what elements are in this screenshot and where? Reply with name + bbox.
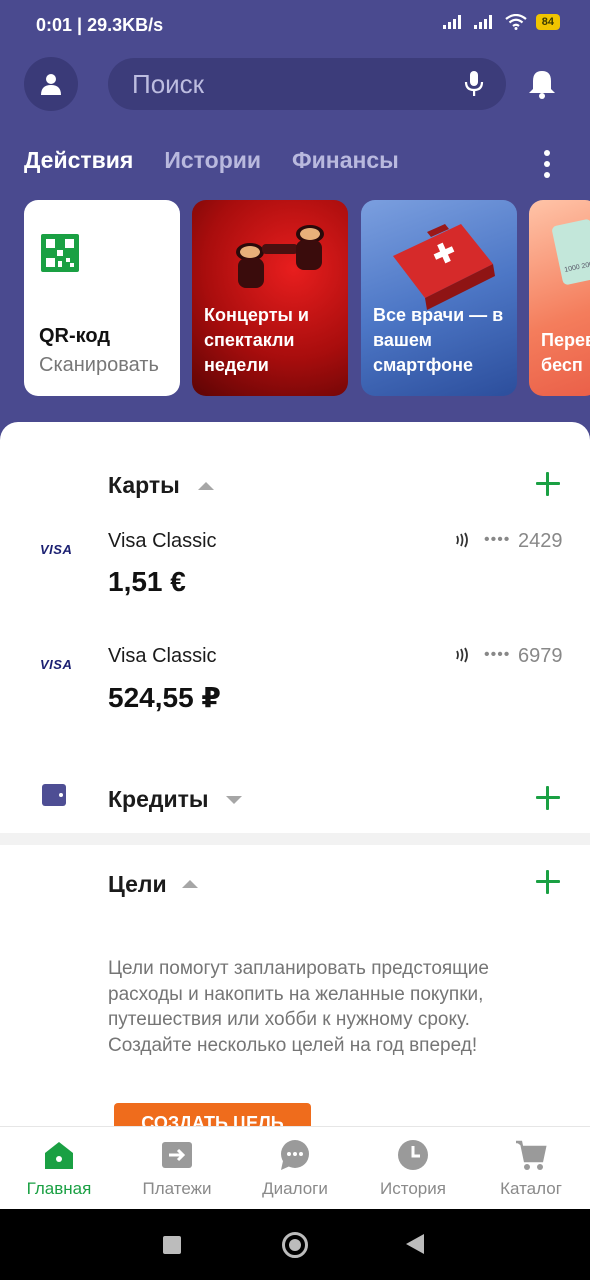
nav-home[interactable]: Главная [0,1127,118,1210]
top-tabs: Действия Истории Финансы [24,147,399,174]
goals-description: Цели помогут запланировать предстоящие р… [108,958,489,1056]
bank-card-image: 1000 200 [551,218,590,286]
home-button[interactable] [282,1232,308,1258]
nav-payments-label: Платежи [142,1179,212,1198]
more-options-icon[interactable] [542,150,552,178]
signal-icon [473,15,492,29]
card-mask: •••• [484,646,511,663]
visa-logo-icon: VISA [40,657,73,672]
search-bar[interactable] [108,58,506,110]
add-card-icon[interactable] [536,472,560,496]
battery-indicator: 84 [535,14,560,30]
microphone-icon[interactable] [464,70,484,98]
wifi-icon [505,14,527,30]
nav-catalog-label: Каталог [500,1179,562,1198]
add-goal-icon[interactable] [536,870,560,894]
binoculars-image [236,225,324,288]
signal-icon [442,15,461,29]
nav-dialogs-label: Диалоги [262,1179,328,1198]
qr-code-icon [41,234,79,272]
tab-actions[interactable]: Действия [24,147,133,174]
nav-history-label: История [380,1179,446,1198]
story-concerts[interactable]: Концерты и спектакли недели [192,200,348,396]
collapse-icon[interactable] [198,482,214,490]
story-concerts-label: Концерты и спектакли недели [204,305,309,375]
back-button[interactable] [406,1234,424,1254]
visa-logo-icon: VISA [40,542,73,557]
story-doctors[interactable]: Все врачи — в вашем смартфоне [361,200,517,396]
card-name: Visa Classic [108,645,217,667]
recent-apps-button[interactable] [163,1236,181,1254]
home-icon [45,1142,73,1169]
cart-icon [516,1140,547,1170]
search-input[interactable] [132,68,432,100]
story-transfers-label: Перев карты бесп [541,330,590,375]
nav-dialogs[interactable]: Диалоги [236,1127,354,1210]
profile-avatar-button[interactable] [24,57,78,111]
status-icons: 84 [442,14,560,30]
credits-section-title[interactable]: Кредиты [108,786,209,813]
header-area: 0:01 | 29.3KB/s 84 Действия Истории Фина… [0,0,590,440]
system-navigation-bar [0,1209,590,1280]
card-mask: •••• [484,531,511,548]
card-balance: 524,55 ₽ [108,682,221,713]
wallet-icon [42,784,66,806]
accounts-sheet: Карты VISA Visa Classic 1,51 € •••• 2429… [0,422,590,1126]
card-row[interactable]: VISA Visa Classic 524,55 ₽ •••• 6979 [0,645,590,745]
collapse-icon[interactable] [182,880,198,888]
first-aid-kit-image [393,224,495,310]
user-icon [41,74,61,95]
create-goal-button[interactable]: СОЗДАТЬ ЦЕЛЬ [114,1103,311,1126]
tab-stories[interactable]: Истории [164,147,261,174]
story-transfers[interactable]: 1000 200 Перев карты бесп [529,200,590,396]
history-icon [398,1140,428,1170]
tab-finance[interactable]: Финансы [292,147,399,174]
contactless-icon [456,647,468,663]
card-last-digits: 6979 [518,645,563,667]
card-balance: 1,51 € [108,566,186,597]
story-qr-title: QR-код [39,325,111,347]
payments-icon [162,1142,192,1168]
notifications-bell-icon[interactable] [526,68,558,100]
bottom-navigation: Главная Платежи Диалоги История Каталог [0,1126,590,1209]
card-last-digits: 2429 [518,530,563,552]
nav-payments[interactable]: Платежи [118,1127,236,1210]
cards-section-title[interactable]: Карты [108,472,180,499]
card-amount-text: 1000 200 [563,260,590,274]
story-doctors-label: Все врачи — в вашем смартфоне [373,305,504,375]
dialogs-icon [281,1140,309,1170]
story-qr-subtitle: Сканировать [39,354,159,376]
status-bar: 0:01 | 29.3KB/s 84 [0,0,590,52]
status-time: 0:01 | 29.3KB/s [36,15,164,35]
add-credit-icon[interactable] [536,786,560,810]
goals-section-title[interactable]: Цели [108,871,167,898]
section-divider [0,833,590,845]
card-row[interactable]: VISA Visa Classic 1,51 € •••• 2429 [0,530,590,630]
contactless-icon [456,532,468,548]
card-name: Visa Classic [108,530,217,552]
nav-catalog[interactable]: Каталог [472,1127,590,1210]
story-qr-scan[interactable]: QR-код Сканировать [24,200,180,396]
nav-history[interactable]: История [354,1127,472,1210]
nav-home-label: Главная [26,1179,92,1198]
expand-icon[interactable] [226,796,242,804]
